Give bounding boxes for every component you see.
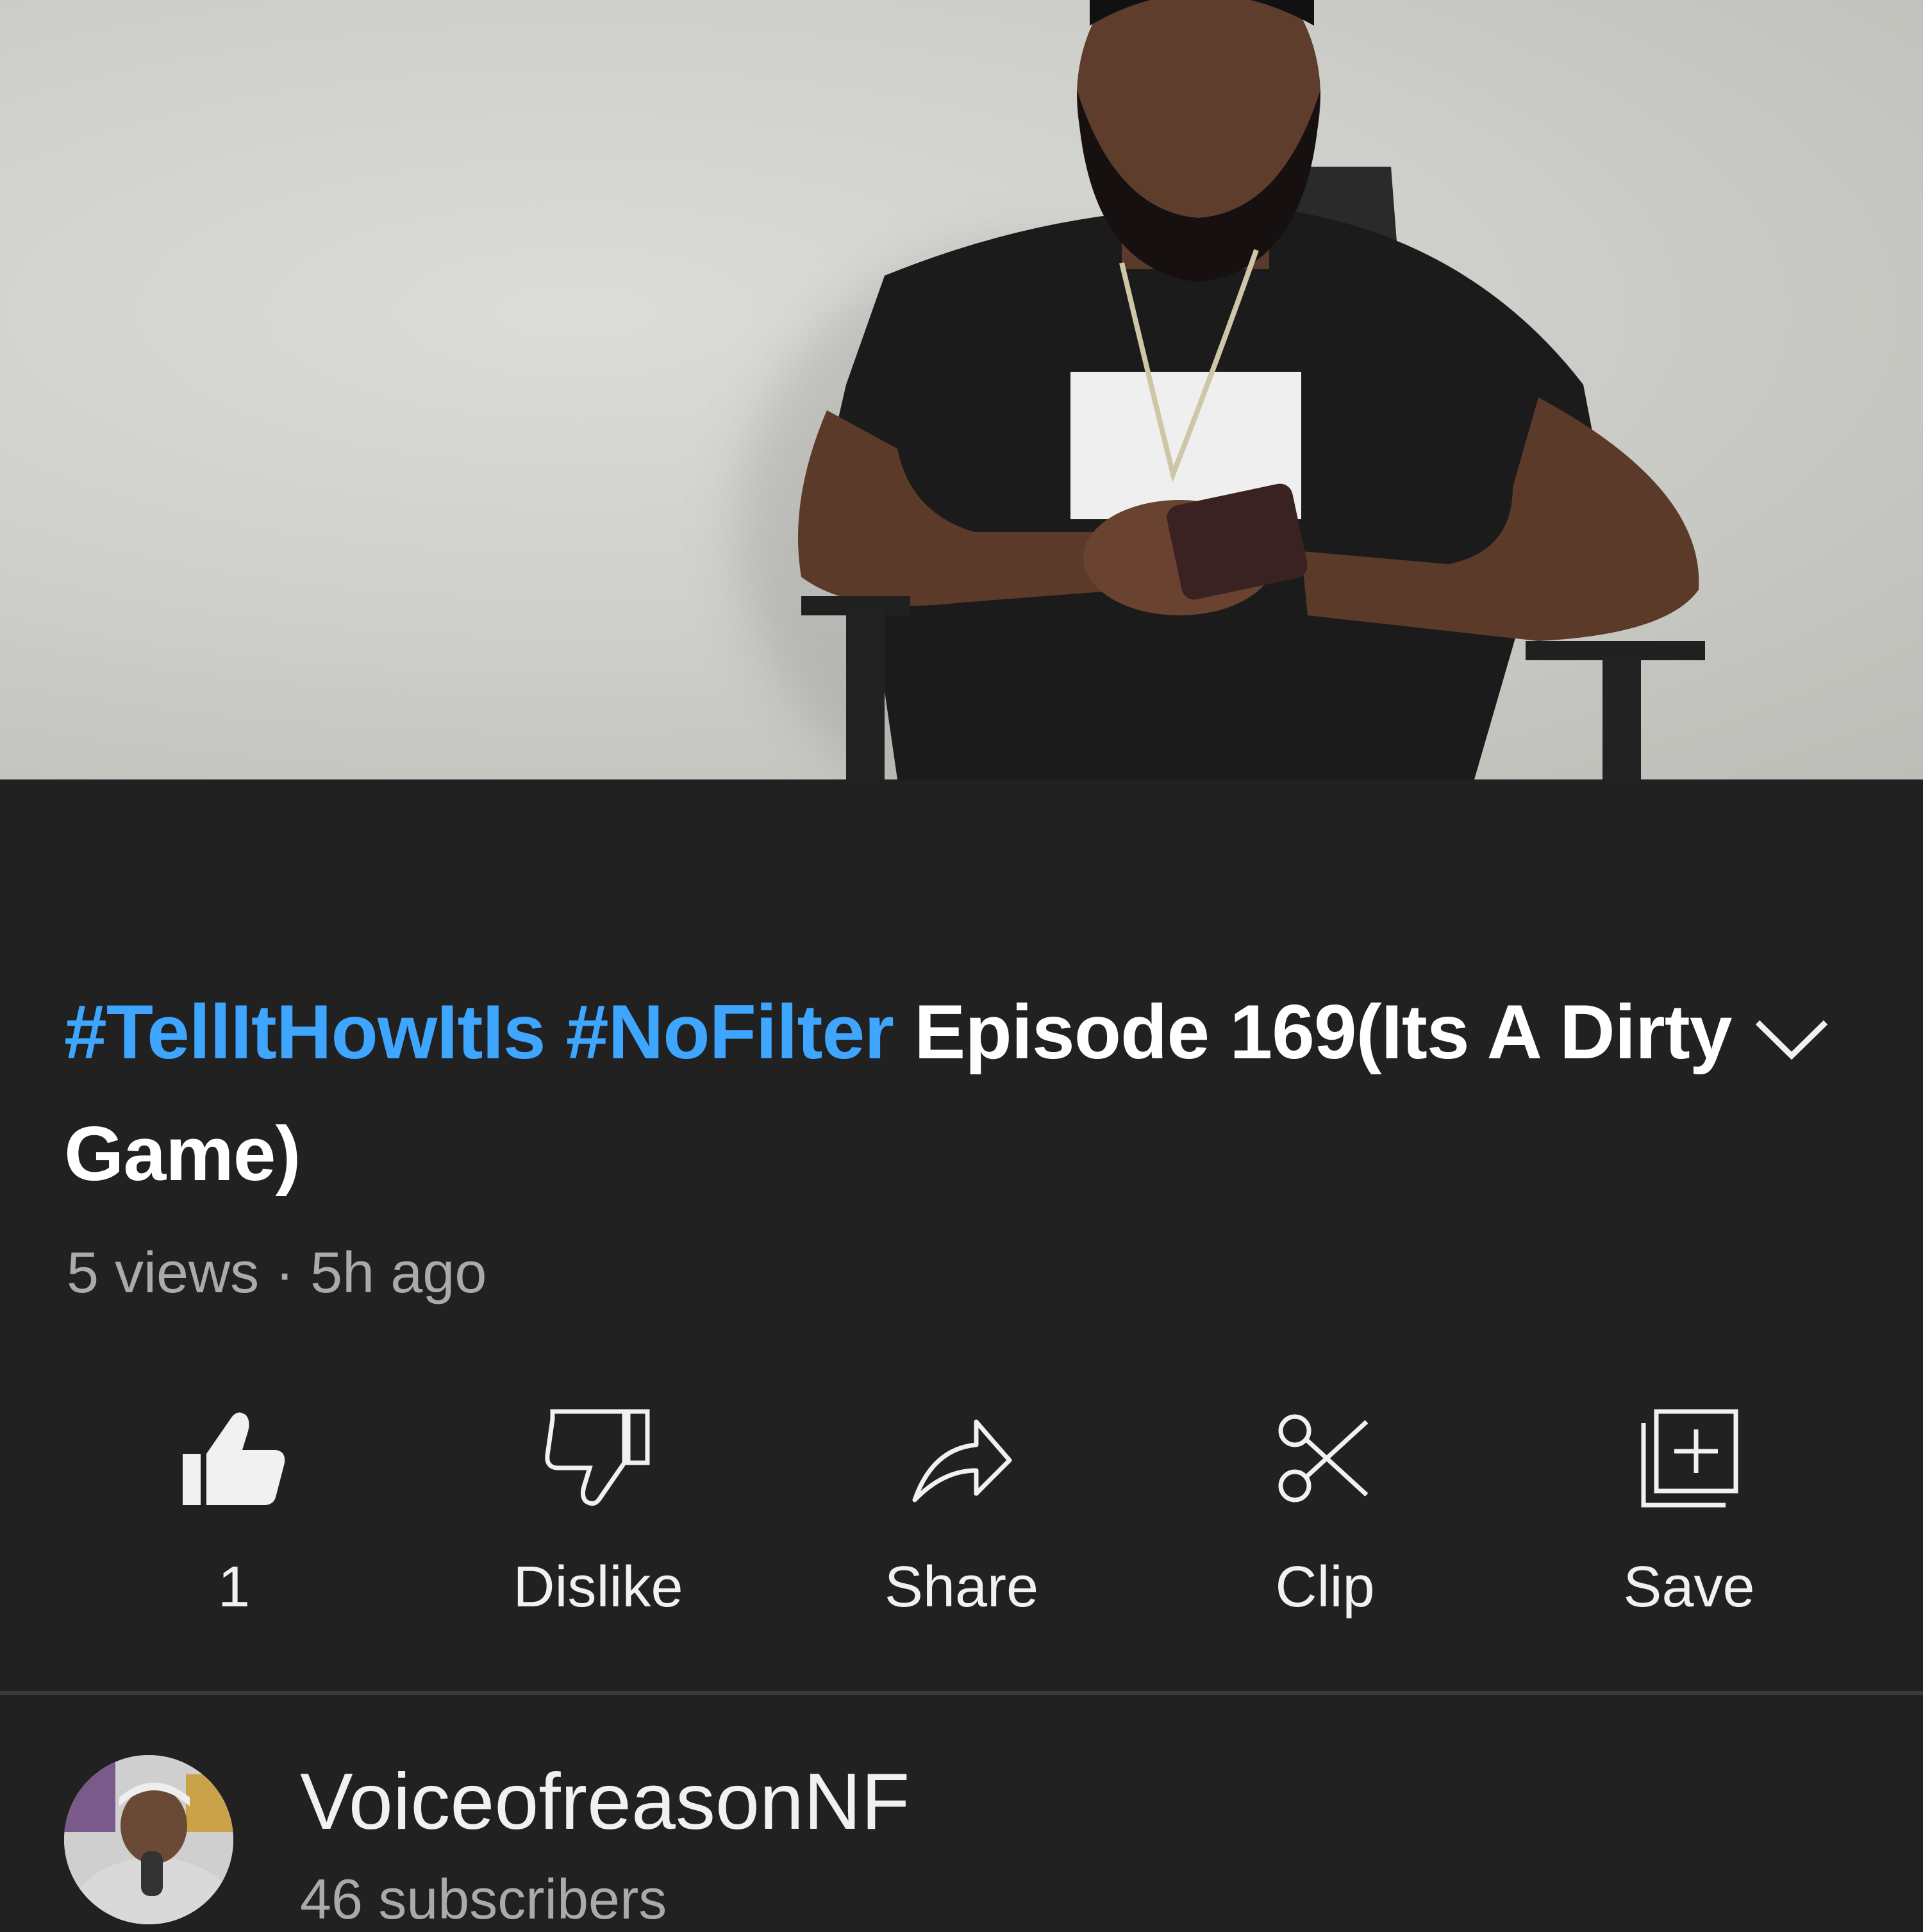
subscriber-count: 46 subscribers bbox=[300, 1867, 667, 1931]
video-thumbnail-person bbox=[798, 0, 1705, 779]
action-bar: 1 Dislike Share Clip Save bbox=[0, 1385, 1923, 1628]
divider bbox=[0, 1691, 1923, 1695]
video-player[interactable] bbox=[0, 0, 1923, 779]
thumbs-down-icon bbox=[545, 1409, 650, 1506]
like-button[interactable]: 1 bbox=[128, 1385, 340, 1628]
chevron-down-icon[interactable] bbox=[1744, 1003, 1840, 1074]
avatar-image bbox=[64, 1755, 233, 1924]
clip-label: Clip bbox=[1275, 1555, 1375, 1619]
video-frame bbox=[0, 0, 1923, 779]
share-label: Share bbox=[884, 1555, 1039, 1619]
channel-name[interactable]: VoiceofreasonNF bbox=[300, 1756, 910, 1847]
playlist-add-icon bbox=[1641, 1409, 1738, 1508]
meta-separator: · bbox=[275, 1241, 295, 1305]
dislike-button[interactable]: Dislike bbox=[492, 1385, 704, 1628]
video-meta[interactable]: 5 views · 5h ago bbox=[67, 1240, 487, 1306]
clip-button[interactable]: Clip bbox=[1219, 1385, 1431, 1628]
save-button[interactable]: Save bbox=[1583, 1385, 1795, 1628]
scissors-icon bbox=[1278, 1414, 1369, 1503]
view-count: 5 views bbox=[67, 1241, 260, 1305]
thumbs-up-icon bbox=[183, 1412, 285, 1505]
hashtag-link[interactable]: #NoFilter bbox=[566, 989, 894, 1075]
upload-age: 5h ago bbox=[310, 1241, 487, 1305]
channel-avatar[interactable] bbox=[64, 1755, 233, 1924]
like-count: 1 bbox=[217, 1555, 251, 1619]
save-label: Save bbox=[1623, 1555, 1755, 1619]
share-icon bbox=[912, 1419, 1012, 1503]
share-button[interactable]: Share bbox=[856, 1385, 1067, 1628]
hashtag-link[interactable]: #TellItHowItIs bbox=[64, 989, 546, 1075]
dislike-label: Dislike bbox=[513, 1555, 683, 1619]
video-title[interactable]: #TellItHowItIs #NoFilter Episode 169(Its… bbox=[64, 971, 1744, 1215]
